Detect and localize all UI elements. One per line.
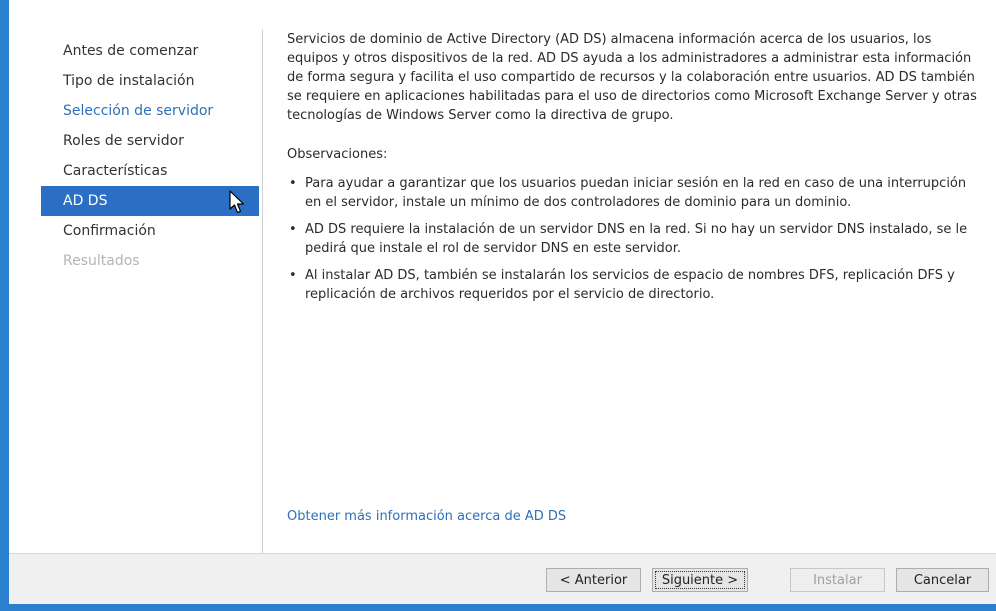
nav-item-label: Tipo de instalación [63,73,195,89]
nav-item-confirmacion[interactable]: Confirmación [41,216,259,246]
nav-item-seleccion-de-servidor[interactable]: Selección de servidor [41,96,259,126]
nav-item-label: Selección de servidor [63,103,214,119]
previous-button[interactable]: < Anterior [546,568,641,592]
wizard-footer: < Anterior Siguiente > Instalar Cancelar [9,553,996,605]
nav-item-roles-de-servidor[interactable]: Roles de servidor [41,126,259,156]
nav-item-label: Roles de servidor [63,133,184,149]
list-item: • Al instalar AD DS, también se instalar… [287,266,977,304]
more-info-link[interactable]: Obtener más información acerca de AD DS [287,509,566,524]
list-item-text: AD DS requiere la instalación de un serv… [305,222,968,256]
cancel-button[interactable]: Cancelar [896,568,989,592]
install-button: Instalar [790,568,885,592]
observations-heading: Observaciones: [287,147,388,162]
content-pane: Servicios de dominio de Active Directory… [287,30,977,312]
mouse-cursor-icon [229,190,245,214]
list-item-text: Al instalar AD DS, también se instalarán… [305,268,955,302]
list-item: • Para ayudar a garantizar que los usuar… [287,174,977,212]
list-item: • AD DS requiere la instalación de un se… [287,220,977,258]
nav-item-ad-ds[interactable]: AD DS [41,186,259,216]
window-bottom-border [0,604,996,611]
nav-item-label: Confirmación [63,223,156,239]
nav-item-label: Antes de comenzar [63,43,199,59]
nav-divider [262,30,263,555]
nav-item-label: Resultados [63,253,140,269]
nav-item-tipo-de-instalacion[interactable]: Tipo de instalación [41,66,259,96]
wizard-window: Antes de comenzar Tipo de instalación Se… [0,0,996,611]
nav-item-resultados: Resultados [41,246,259,276]
bullet-icon: • [289,222,297,237]
bullet-icon: • [289,268,297,283]
nav-item-antes-de-comenzar[interactable]: Antes de comenzar [41,36,259,66]
window-left-border [0,0,9,611]
wizard-nav: Antes de comenzar Tipo de instalación Se… [41,36,259,276]
intro-paragraph: Servicios de dominio de Active Directory… [287,32,977,123]
observations-list: • Para ayudar a garantizar que los usuar… [287,174,977,304]
list-item-text: Para ayudar a garantizar que los usuario… [305,176,967,210]
next-button[interactable]: Siguiente > [652,568,748,592]
nav-item-caracteristicas[interactable]: Características [41,156,259,186]
bullet-icon: • [289,176,297,191]
nav-item-label: AD DS [63,193,108,209]
nav-item-label: Características [63,163,168,179]
